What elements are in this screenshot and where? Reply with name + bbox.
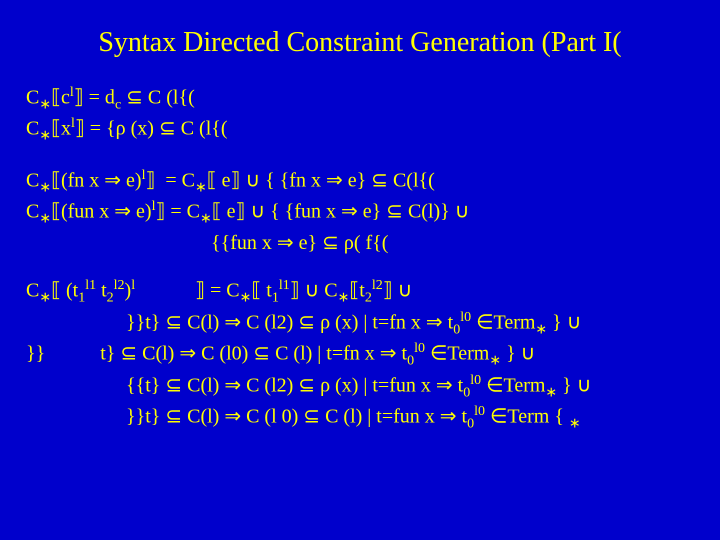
rule-line: C∗⟦(fn x ⇒ e)l⟧ = C∗⟦ e⟧ ∪ { {fn x ⇒ e} … — [26, 167, 694, 199]
rule-line: {{fun x ⇒ e} ⊆ ρ( f{( — [26, 230, 694, 257]
rule-line: }}t} ⊆ C(l) ⇒ C (l 0) ⊆ C (l) | t=fun x … — [26, 403, 694, 435]
rule-line: C∗⟦xl⟧ = {ρ (x) ⊆ C (l{( — [26, 115, 694, 147]
rule-application: C∗⟦ (t1l1 t2l2)l ⟧ = C∗⟦ t1l1⟧ ∪ C∗⟦t2l2… — [26, 277, 694, 435]
slide-title: Syntax Directed Constraint Generation (P… — [26, 24, 694, 62]
rule-constants-vars: C∗⟦cl⟧ = dc ⊆ C (l{( C∗⟦xl⟧ = {ρ (x) ⊆ C… — [26, 84, 694, 147]
rule-line: C∗⟦ (t1l1 t2l2)l ⟧ = C∗⟦ t1l1⟧ ∪ C∗⟦t2l2… — [26, 277, 694, 309]
rule-line: }} t} ⊆ C(l) ⇒ C (l0) ⊆ C (l) | t=fn x ⇒… — [26, 340, 694, 372]
rule-fn-fun: C∗⟦(fn x ⇒ e)l⟧ = C∗⟦ e⟧ ∪ { {fn x ⇒ e} … — [26, 167, 694, 257]
rule-line: C∗⟦(fun x ⇒ e)l⟧ = C∗⟦ e⟧ ∪ { {fun x ⇒ e… — [26, 198, 694, 230]
slide: Syntax Directed Constraint Generation (P… — [0, 0, 720, 540]
rule-line: C∗⟦cl⟧ = dc ⊆ C (l{( — [26, 84, 694, 116]
rule-line: }}t} ⊆ C(l) ⇒ C (l2) ⊆ ρ (x) | t=fn x ⇒ … — [26, 309, 694, 341]
rule-line: {{t} ⊆ C(l) ⇒ C (l2) ⊆ ρ (x) | t=fun x ⇒… — [26, 372, 694, 404]
